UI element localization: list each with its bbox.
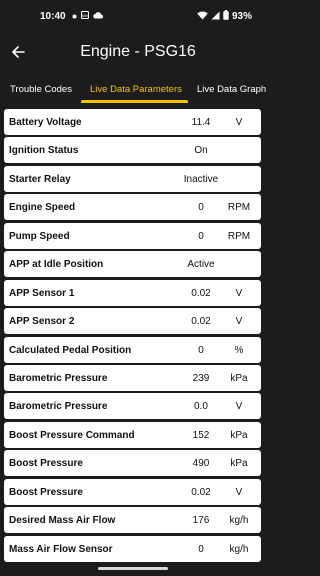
parameter-label: Starter Relay xyxy=(9,173,71,185)
parameter-label: Mass Air Flow Sensor xyxy=(9,543,113,555)
parameter-unit: % xyxy=(234,344,244,356)
parameter-value: 0 xyxy=(198,202,204,214)
battery-percentage: 93% xyxy=(231,11,252,22)
status-time: 10:40 xyxy=(40,11,66,22)
parameter-unit: V xyxy=(235,287,243,299)
parameter-label: Ignition Status xyxy=(9,145,79,157)
list-item[interactable]: APP at Idle Position Active xyxy=(4,251,261,278)
parameter-unit: kPa xyxy=(230,429,248,441)
parameter-value: 0 xyxy=(198,344,204,356)
list-item[interactable]: Battery Voltage 11.4 V xyxy=(4,109,261,135)
parameter-value: 0.02 xyxy=(191,287,211,299)
parameter-label: Barometric Pressure xyxy=(9,401,108,413)
list-item[interactable]: Boost Pressure 0.02 V xyxy=(4,478,261,505)
parameter-label: APP at Idle Position xyxy=(9,259,104,271)
gesture-nav-handle[interactable] xyxy=(98,567,168,570)
page-title: Engine - PSG16 xyxy=(80,43,196,60)
parameter-unit: V xyxy=(235,117,243,128)
list-item[interactable]: Pump Speed 0 RPM xyxy=(4,222,261,249)
list-item[interactable]: Mass Air Flow Sensor 0 kg/h xyxy=(4,535,261,562)
signal-icon xyxy=(211,11,220,23)
parameter-unit: RPM xyxy=(227,230,251,242)
status-icons-left: SIM xyxy=(72,11,103,22)
parameter-label: Boost Pressure xyxy=(9,486,83,498)
parameter-label: Desired Mass Air Flow xyxy=(9,515,116,527)
app-bar: Engine - PSG16 xyxy=(0,32,266,76)
list-item[interactable]: APP Sensor 2 0.02 V xyxy=(4,308,261,335)
svg-text:SIM: SIM xyxy=(81,13,88,18)
wifi-icon xyxy=(197,11,208,23)
parameter-list: Battery Voltage 11.4 V Ignition Status O… xyxy=(4,109,261,564)
parameter-value: 490 xyxy=(192,458,210,470)
parameter-label: APP Sensor 1 xyxy=(9,287,75,299)
list-item[interactable]: Barometric Pressure 0.0 V xyxy=(4,393,261,420)
parameter-label: Engine Speed xyxy=(9,202,76,214)
status-bar: 10:40 SIM 93% xyxy=(0,0,266,32)
parameter-unit: V xyxy=(235,486,243,498)
parameter-value: On xyxy=(194,145,208,157)
parameter-label: Boost Pressure Command xyxy=(9,429,135,441)
sim-icon: SIM xyxy=(81,11,89,22)
parameter-value: 0.02 xyxy=(191,316,211,328)
parameter-label: Battery Voltage xyxy=(9,117,82,128)
parameter-label: Barometric Pressure xyxy=(9,372,108,384)
parameter-label: Boost Pressure xyxy=(9,458,83,470)
parameter-value: 11.4 xyxy=(191,117,211,128)
parameter-unit: kg/h xyxy=(229,543,249,555)
screen: 10:40 SIM 93% Engine - PSG16 Trouble Cod… xyxy=(0,0,266,576)
list-item[interactable]: Desired Mass Air Flow 176 kg/h xyxy=(4,507,261,534)
parameter-unit: V xyxy=(235,316,243,328)
tab-trouble-codes[interactable]: Trouble Codes xyxy=(10,84,72,95)
tab-live-data-graphs[interactable]: Live Data Graphs xyxy=(197,84,266,95)
parameter-value: Inactive xyxy=(183,173,219,185)
list-item[interactable]: Boost Pressure 490 kPa xyxy=(4,450,261,477)
parameter-value: 0.02 xyxy=(191,486,211,498)
parameter-value: Active xyxy=(187,259,215,271)
status-icons-right: 93% xyxy=(197,10,252,23)
list-item[interactable]: Ignition Status On xyxy=(4,137,261,164)
cloud-icon xyxy=(93,11,103,22)
tab-indicator xyxy=(81,100,188,103)
parameter-label: Pump Speed xyxy=(9,230,70,242)
list-item[interactable]: Engine Speed 0 RPM xyxy=(4,194,261,221)
parameter-label: Calculated Pedal Position xyxy=(9,344,132,356)
list-item[interactable]: APP Sensor 1 0.02 V xyxy=(4,279,261,306)
parameter-value: 0.0 xyxy=(194,401,208,413)
notification-dot-icon xyxy=(72,11,77,22)
parameter-value: 239 xyxy=(192,372,210,384)
parameter-label: APP Sensor 2 xyxy=(9,316,75,328)
parameter-value: 176 xyxy=(192,515,210,527)
list-item[interactable]: Boost Pressure Command 152 kPa xyxy=(4,421,261,448)
tab-bar: Trouble Codes Live Data Parameters Live … xyxy=(0,78,266,104)
parameter-unit: kPa xyxy=(230,458,248,470)
list-item[interactable]: Starter Relay Inactive xyxy=(4,165,261,192)
parameter-unit: kg/h xyxy=(229,515,249,527)
parameter-unit: kPa xyxy=(230,372,248,384)
parameter-value: 0 xyxy=(198,230,204,242)
parameter-value: 0 xyxy=(198,543,204,555)
parameter-unit: V xyxy=(235,401,243,413)
battery-icon xyxy=(223,10,229,23)
parameter-value: 152 xyxy=(192,429,210,441)
tab-live-data-parameters[interactable]: Live Data Parameters xyxy=(90,84,182,95)
list-item[interactable]: Calculated Pedal Position 0 % xyxy=(4,336,261,363)
parameter-unit: RPM xyxy=(227,202,251,214)
list-item[interactable]: Barometric Pressure 239 kPa xyxy=(4,364,261,391)
